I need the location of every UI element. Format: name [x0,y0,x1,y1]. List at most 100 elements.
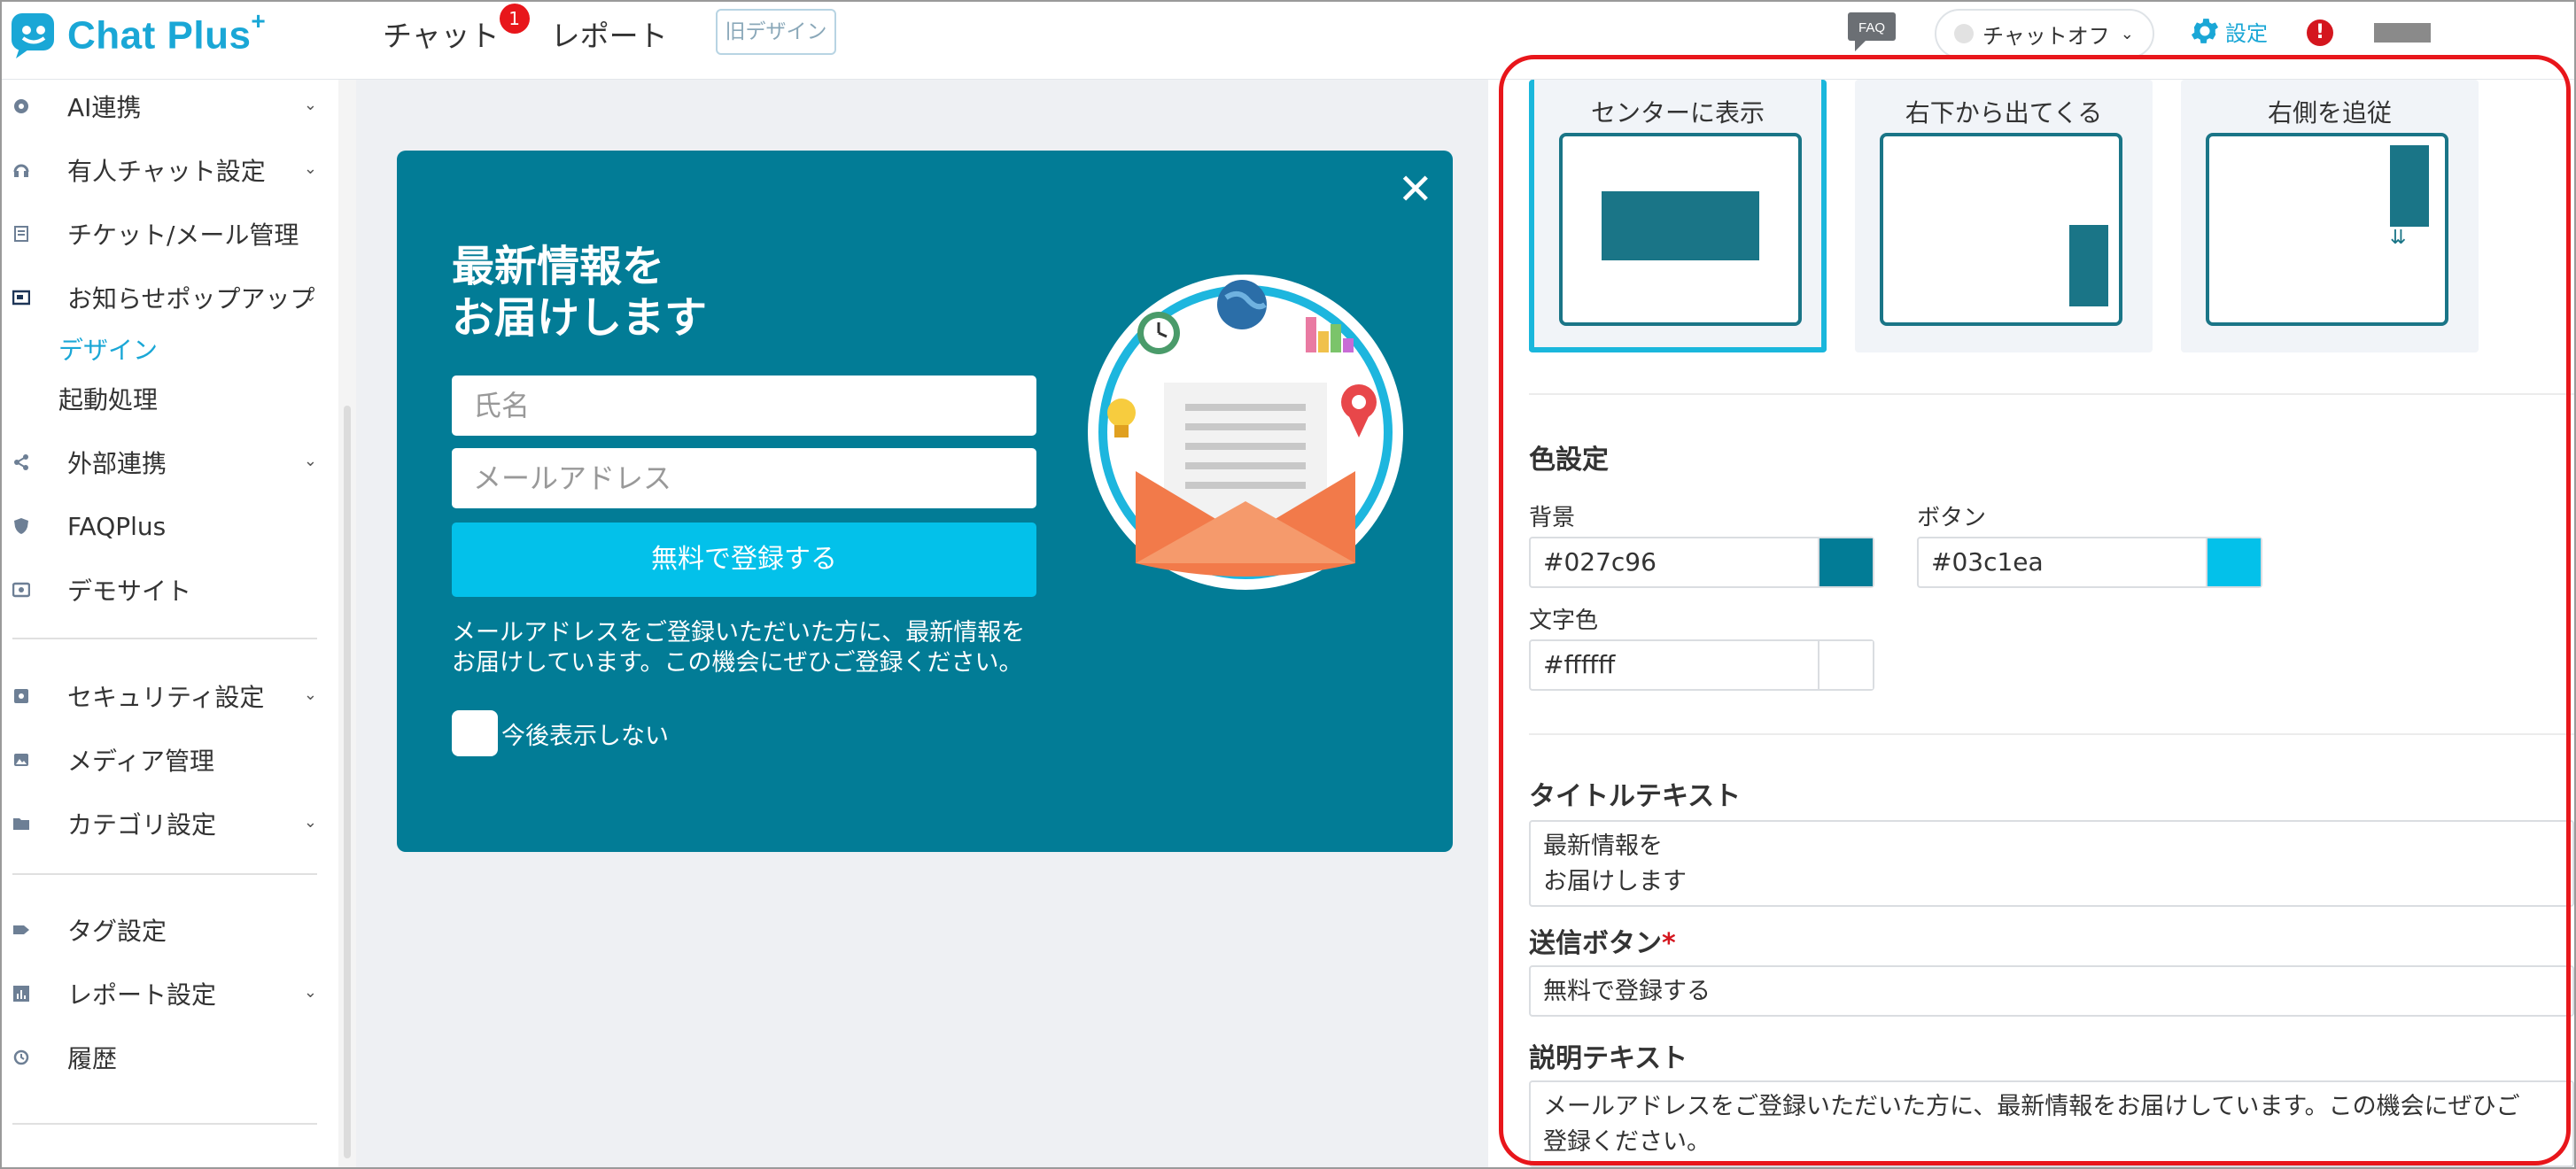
sidebar-item-category[interactable]: カテゴリ設定 ⌄ [2,797,330,850]
preview-canvas: ✕ 最新情報を お届けします 氏名 メールアドレス 無料で登録する メールアドレ… [356,80,1488,1167]
headset-icon [13,164,29,177]
close-icon[interactable]: ✕ [1398,168,1433,211]
position-label: 右下から出てくる [1905,98,2103,128]
section-divider [1529,393,2574,395]
button-color-label: ボタン [1917,505,1987,531]
position-label: 右側を追従 [2267,98,2392,128]
chart-icon [13,986,29,1002]
svg-text:FAQ: FAQ [1858,20,1885,35]
settings-link[interactable]: 設定 [2188,14,2268,48]
button-color-input[interactable]: #03c1ea [1917,537,2262,588]
position-option-right-follow[interactable]: 右側を追従 ⇊ [2181,80,2479,352]
sidebar-item-popup[interactable]: お知らせポップアップ ⌄ [2,271,330,324]
sidebar-item-live-chat[interactable]: 有人チャット設定 ⌄ [2,143,330,197]
sidebar-item-report-settings[interactable]: レポート設定 ⌄ [2,967,330,1020]
sidebar-item-demo[interactable]: デモサイト [2,563,330,616]
scrollbar-thumb[interactable] [344,406,351,1158]
logo-wordmark: Chat Plus+ [67,7,267,58]
sidebar-item-media[interactable]: メディア管理 [2,733,330,786]
arrow-down-icon: ⇊ [2390,227,2407,249]
ticket-icon [14,226,28,242]
share-icon [14,454,28,470]
sidebar-scrollbar[interactable] [338,80,356,1167]
bg-color-input[interactable]: #027c96 [1529,537,1874,588]
chat-count-badge: 1 [499,4,530,34]
top-header: Chat Plus+ チャット 1 レポート 旧デザイン FAQ チャットオフ … [2,2,2574,80]
submit-button-label: 送信ボタン* [1529,928,1676,959]
popup-preview: ✕ 最新情報を お届けします 氏名 メールアドレス 無料で登録する メールアドレ… [397,151,1453,852]
text-color-swatch[interactable] [1819,641,1873,689]
email-field[interactable]: メールアドレス [452,448,1036,508]
position-preview: ⇊ [2206,133,2448,326]
security-icon [14,689,28,703]
popup-icon [12,290,30,306]
name-field[interactable]: 氏名 [452,375,1036,436]
chevron-down-icon: ⌄ [303,452,317,470]
history-icon [13,1049,29,1065]
preview-popup-block [1602,191,1759,260]
color-settings-title: 色設定 [1529,445,1609,476]
popup-title: 最新情報を お届けします [452,242,708,343]
sidebar: AI連携 ⌄ 有人チャット設定 ⌄ チケット/メール管理 お知らせポップアップ … [2,80,330,1167]
gear-icon [2191,19,2219,43]
chevron-down-icon: ⌄ [303,685,317,704]
text-color-input[interactable]: #ffffff [1529,639,1874,691]
folder-icon [13,818,29,830]
sidebar-item-history[interactable]: 履歴 [2,1031,330,1084]
user-avatar[interactable] [2374,23,2431,43]
faq-shield-icon [14,518,28,534]
title-text-label: タイトルテキスト [1529,781,1742,812]
sidebar-item-ticket[interactable]: チケット/メール管理 [2,207,330,260]
description-text-input[interactable]: メールアドレスをご登録いただいた方に、最新情報をお届けしています。この機会にぜひ… [1529,1080,2574,1167]
section-divider [1529,733,2574,735]
button-color-swatch[interactable] [2207,538,2261,586]
position-label: センターに表示 [1590,98,1765,128]
status-dot-icon [1954,24,1974,43]
demo-icon [12,582,30,598]
app-logo[interactable]: Chat Plus+ [9,7,267,62]
chevron-down-icon: ⌄ [303,813,317,832]
submit-button-input[interactable]: 無料で登録する [1529,965,2574,1017]
sidebar-item-ai[interactable]: AI連携 ⌄ [2,80,330,133]
dont-show-again-checkbox[interactable]: 今後表示しない [452,710,669,756]
position-preview [1880,133,2122,326]
title-text-input[interactable]: 最新情報を お届けします [1529,820,2574,907]
bg-color-swatch[interactable] [1819,538,1873,586]
alert-icon[interactable]: ! [2307,19,2333,46]
chevron-down-icon: ⌄ [303,287,317,306]
status-label: チャットオフ [1982,23,2110,49]
chat-bubble-logo-icon [12,13,54,58]
sidebar-item-faqplus[interactable]: FAQPlus [2,499,330,553]
position-option-center[interactable]: センターに表示 [1529,80,1827,352]
ai-icon [14,99,28,113]
nav-chat[interactable]: チャット 1 [383,4,530,55]
nav-report[interactable]: レポート [551,12,668,55]
sidebar-divider [12,873,317,875]
media-icon [14,754,28,766]
position-option-bottom-right[interactable]: 右下から出てくる [1855,80,2153,352]
position-preview [1559,133,1802,326]
chevron-down-icon: ⌄ [2120,24,2134,43]
chevron-down-icon: ⌄ [303,983,317,1002]
text-color-label: 文字色 [1529,608,1599,634]
chevron-down-icon: ⌄ [303,96,317,114]
sidebar-subitem-launch[interactable]: 起動処理 [58,381,158,416]
sidebar-item-tags[interactable]: タグ設定 [2,903,330,956]
sidebar-divider [12,638,317,639]
register-button[interactable]: 無料で登録する [452,523,1036,597]
old-design-button[interactable]: 旧デザイン [716,9,836,55]
sidebar-item-external[interactable]: 外部連携 ⌄ [2,436,330,489]
sidebar-subitem-design[interactable]: デザイン [58,331,158,367]
faq-icon[interactable]: FAQ [1846,11,1899,53]
checkbox-box[interactable] [452,710,498,756]
popup-description: メールアドレスをご登録いただいた方に、最新情報を お届けしています。この機会にぜ… [452,619,1026,677]
sidebar-item-security[interactable]: セキュリティ設定 ⌄ [2,670,330,723]
newsletter-envelope-illustration [1088,275,1403,590]
description-text-label: 説明テキスト [1529,1043,1688,1074]
required-mark: * [1662,928,1676,959]
chat-status-dropdown[interactable]: チャットオフ ⌄ [1935,9,2154,58]
tag-icon [13,925,29,934]
top-nav: チャット 1 レポート [383,4,719,55]
settings-panel: センターに表示 右下から出てくる 右側を追従 ⇊ 色設定 背景 #027c96 … [1488,80,2574,1167]
preview-popup-block [2069,225,2108,306]
